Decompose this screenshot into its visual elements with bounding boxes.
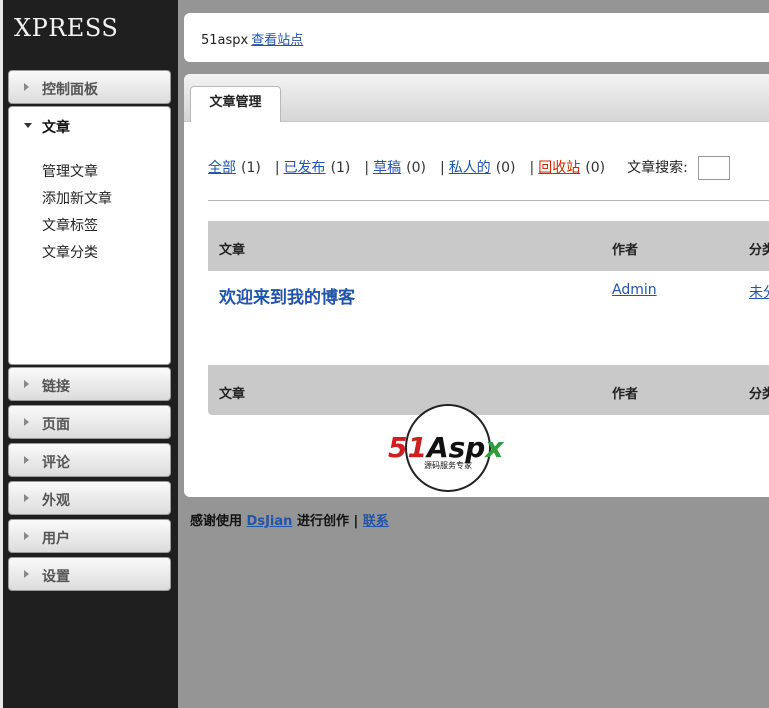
chevron-right-icon bbox=[24, 532, 29, 540]
sidebar-item-settings[interactable]: 设置 bbox=[8, 557, 171, 591]
page-footer: 感谢使用 DsJian 进行创作 | 联系 bbox=[190, 510, 389, 529]
footer-prefix: 感谢使用 bbox=[190, 514, 243, 529]
filter-separator: | bbox=[529, 160, 535, 176]
tab-post-management[interactable]: 文章管理 bbox=[190, 86, 281, 122]
chevron-down-icon bbox=[24, 123, 32, 128]
sidebar-item-appearance[interactable]: 外观 bbox=[8, 481, 171, 515]
column-header-post[interactable]: 文章 bbox=[219, 239, 245, 258]
sidebar-item-label: 评论 bbox=[42, 455, 70, 471]
filter-private-count: (0) bbox=[495, 160, 516, 176]
post-category-link[interactable]: 未分类 bbox=[749, 282, 769, 302]
footer-middle: 进行创作 bbox=[296, 514, 349, 529]
table-row: 欢迎来到我的博客 Admin 未分类 bbox=[208, 271, 769, 365]
divider bbox=[208, 200, 769, 201]
sidebar-item-label: 用户 bbox=[42, 531, 70, 547]
column-footer-post: 文章 bbox=[219, 387, 246, 402]
sidebar-item-label: 控制面板 bbox=[42, 82, 98, 98]
filter-separator: | bbox=[274, 160, 280, 176]
chevron-right-icon bbox=[24, 418, 29, 426]
main-area: 51aspx 查看站点 文章管理 全部 (1) | 已发布 (1) | 草稿 (0) | 私人的 (0… bbox=[178, 0, 769, 708]
sidebar-item-label: 外观 bbox=[42, 493, 70, 509]
column-header-author[interactable]: 作者 bbox=[612, 239, 638, 258]
view-site-link[interactable]: 查看站点 bbox=[251, 33, 303, 48]
site-name-group: 51aspx 查看站点 bbox=[201, 29, 303, 48]
filter-separator: | bbox=[364, 160, 370, 176]
filter-separator: | bbox=[439, 160, 445, 176]
footer-separator: | bbox=[353, 514, 359, 529]
search-input[interactable] bbox=[697, 156, 730, 180]
sidebar-item-label: 链接 bbox=[42, 379, 70, 395]
sidebar-item-label: 设置 bbox=[42, 569, 70, 585]
filter-draft-link[interactable]: 草稿 bbox=[373, 160, 401, 176]
filter-published-count: (1) bbox=[330, 160, 351, 176]
column-footer-author: 作者 bbox=[612, 387, 639, 402]
post-filters: 全部 (1) | 已发布 (1) | 草稿 (0) | 私人的 (0) | 回收站 (0) 文章搜索: bbox=[208, 156, 730, 180]
sidebar-item-posts[interactable]: 文章 管理文章 添加新文章 文章标签 文章分类 bbox=[8, 106, 171, 365]
footer-contact-link[interactable]: 联系 bbox=[363, 514, 389, 529]
search-label: 文章搜索: bbox=[627, 160, 688, 176]
chevron-right-icon bbox=[24, 380, 29, 388]
column-header-category[interactable]: 分类 bbox=[749, 239, 769, 258]
sidebar-item-comments[interactable]: 评论 bbox=[8, 443, 171, 477]
tab-bar: 文章管理 bbox=[184, 74, 769, 122]
submenu: 管理文章 添加新文章 文章标签 文章分类 bbox=[42, 161, 112, 269]
chevron-right-icon bbox=[24, 456, 29, 464]
sidebar-item-dashboard[interactable]: 控制面板 bbox=[8, 70, 171, 104]
filter-trash-count: (0) bbox=[585, 160, 606, 176]
submenu-post-categories[interactable]: 文章分类 bbox=[42, 242, 112, 269]
filter-draft-count: (0) bbox=[406, 160, 426, 176]
submenu-manage-posts[interactable]: 管理文章 bbox=[42, 161, 112, 188]
post-author-link[interactable]: Admin bbox=[612, 282, 657, 298]
footer-author-link[interactable]: DsJian bbox=[247, 514, 293, 529]
watermark-logo: 51Aspx 源码服务专家 bbox=[388, 404, 504, 492]
watermark-brand: 51Aspx bbox=[388, 431, 504, 464]
submenu-add-post[interactable]: 添加新文章 bbox=[42, 188, 112, 215]
filter-all-count: (1) bbox=[241, 160, 261, 176]
sidebar-item-users[interactable]: 用户 bbox=[8, 519, 171, 553]
filter-private-link[interactable]: 私人的 bbox=[449, 160, 491, 176]
filter-published-link[interactable]: 已发布 bbox=[284, 160, 326, 176]
site-name: 51aspx bbox=[201, 33, 249, 48]
chevron-right-icon bbox=[24, 570, 29, 578]
posts-table: 文章 作者 分类 欢迎来到我的博客 Admin 未分类 文章 作者 分类 bbox=[208, 221, 769, 415]
sidebar: XPRESS 控制面板 文章 管理文章 添加新文章 文章标签 文章分类 链接 页… bbox=[0, 0, 178, 708]
chevron-right-icon bbox=[24, 83, 29, 91]
sidebar-item-label: 页面 bbox=[42, 417, 70, 433]
filter-all-link[interactable]: 全部 bbox=[208, 160, 236, 176]
sidebar-item-pages[interactable]: 页面 bbox=[8, 405, 171, 439]
post-title-link[interactable]: 欢迎来到我的博客 bbox=[219, 283, 355, 308]
sidebar-item-label: 文章 bbox=[42, 120, 70, 136]
chevron-right-icon bbox=[24, 494, 29, 502]
logo: XPRESS bbox=[14, 14, 119, 42]
submenu-post-tags[interactable]: 文章标签 bbox=[42, 215, 112, 242]
filter-trash-link[interactable]: 回收站 bbox=[538, 160, 580, 176]
column-footer-category: 分类 bbox=[749, 387, 769, 402]
table-header: 文章 作者 分类 bbox=[208, 221, 769, 271]
sidebar-item-links[interactable]: 链接 bbox=[8, 367, 171, 401]
site-header: 51aspx 查看站点 bbox=[184, 13, 769, 62]
watermark-tagline: 源码服务专家 bbox=[424, 460, 472, 470]
